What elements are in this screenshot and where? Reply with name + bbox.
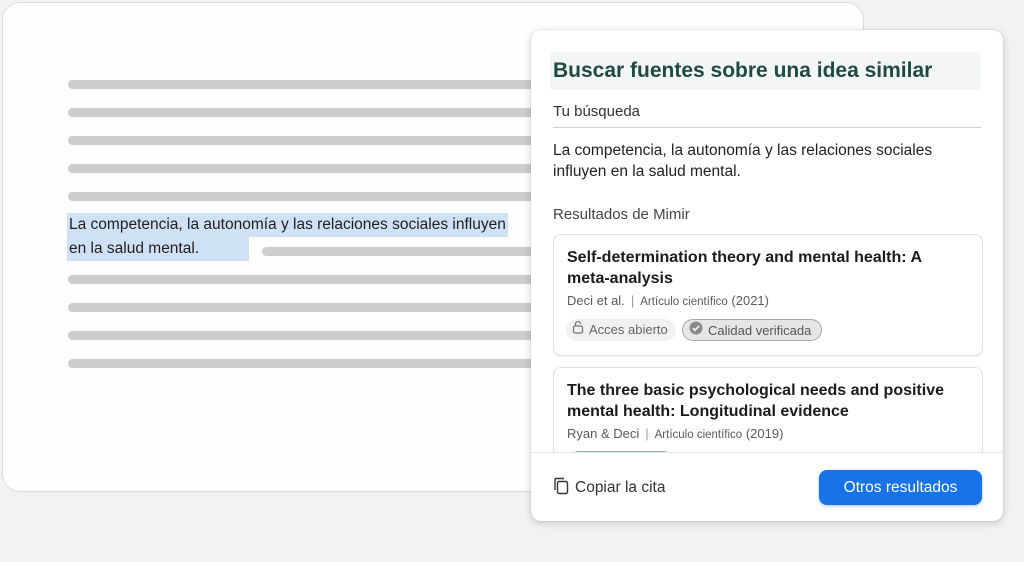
similar-sources-panel: Buscar fuentes sobre una idea similar Tu… — [531, 30, 1003, 521]
results-label: Resultados de Mimir — [553, 206, 690, 223]
copy-icon — [553, 477, 575, 500]
result-authors: Deci et al. — [567, 293, 625, 308]
text-line — [68, 136, 538, 145]
text-line — [68, 192, 538, 201]
meta-separator: | — [630, 293, 635, 308]
verified-quality-badge: Calidad verificada — [682, 319, 823, 342]
text-line — [68, 80, 538, 89]
text-line — [68, 359, 538, 368]
result-year: (2019) — [745, 426, 784, 441]
query-text: La competencia, la autonomía y las relac… — [553, 142, 933, 180]
open-access-badge: Acces abierto — [566, 319, 676, 341]
result-title[interactable]: The three basic psychological needs and … — [567, 380, 967, 422]
selected-text-line-1: La competencia, la autonomía y las relac… — [67, 213, 508, 237]
open-access-label: Acces abierto — [589, 322, 668, 337]
result-card[interactable]: Self-determination theory and mental hea… — [553, 234, 983, 356]
result-year: (2021) — [731, 293, 769, 308]
selected-text-line-2: en la salud mental. — [67, 237, 249, 261]
text-line — [68, 331, 538, 340]
more-results-button[interactable]: Otros resultados — [819, 470, 982, 505]
results-list: Self-determination theory and mental hea… — [553, 234, 983, 452]
text-line — [68, 164, 538, 173]
text-line — [262, 247, 538, 256]
meta-separator: | — [645, 426, 649, 441]
result-meta: Deci et al. | Artículo científico (2021) — [567, 293, 769, 308]
result-title[interactable]: Self-determination theory and mental hea… — [567, 247, 967, 289]
result-type: Artículo científico — [640, 296, 728, 308]
text-line — [68, 108, 538, 117]
check-circle-icon — [689, 320, 703, 342]
text-line — [68, 275, 538, 284]
text-line — [68, 303, 538, 312]
footer-divider — [531, 452, 1003, 453]
panel-title: Buscar fuentes sobre una idea similar — [550, 52, 981, 90]
verified-quality-label: Calidad verificada — [708, 323, 812, 338]
lock-open-icon — [572, 319, 584, 341]
result-card[interactable]: The three basic psychological needs and … — [553, 367, 983, 452]
result-meta: Ryan & Deci | Artículo científico (2019) — [567, 426, 783, 441]
result-authors: Ryan & Deci — [567, 426, 640, 441]
copy-citation-label: Copiar la cita — [575, 479, 666, 496]
result-type: Artículo científico — [654, 429, 743, 441]
divider — [553, 127, 981, 128]
copy-citation-button[interactable]: Copiar la cita — [553, 476, 665, 500]
query-label: Tu búsqueda — [553, 103, 641, 120]
